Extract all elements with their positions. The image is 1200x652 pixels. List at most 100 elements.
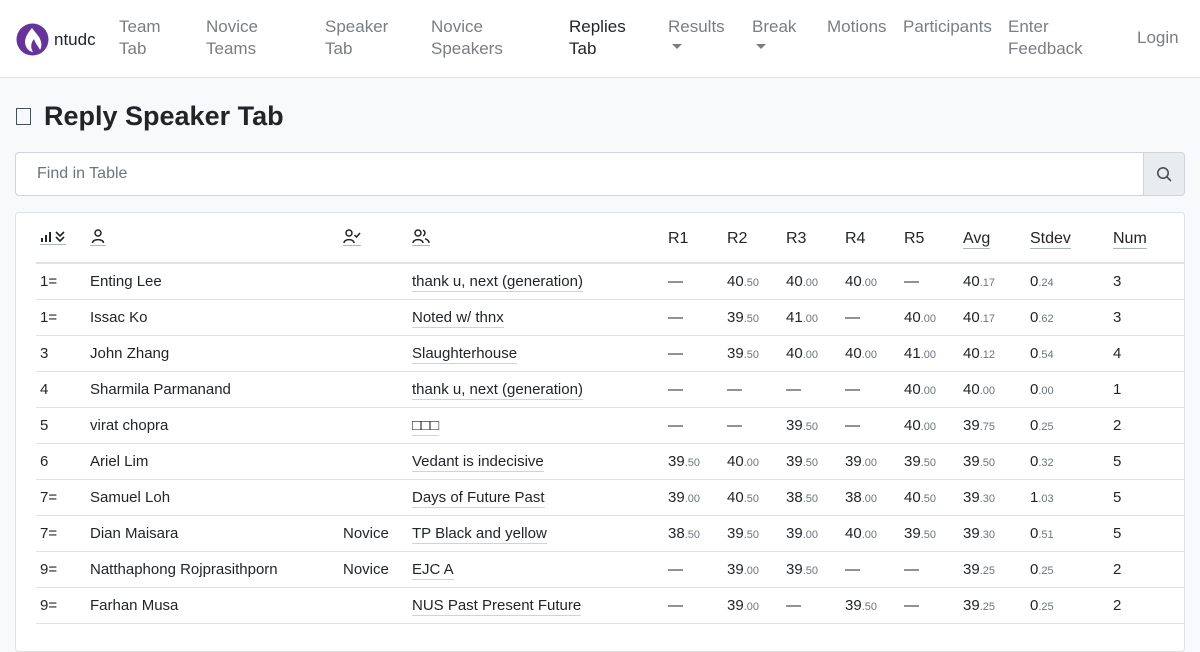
score-decimal: .50 <box>802 456 818 469</box>
r5-score-cell: — <box>900 263 959 300</box>
r4-score-cell: 39.00 <box>841 443 900 480</box>
team-cell: TP Black and yellow <box>408 515 664 552</box>
header-label: R5 <box>904 229 925 247</box>
header-r3[interactable]: R3 <box>782 213 841 264</box>
r5-score-cell: 40.00 <box>900 371 959 408</box>
score-integer: — <box>668 596 683 614</box>
nav-replies-tab[interactable]: Replies Tab <box>569 16 629 60</box>
r1-score-cell: — <box>664 407 723 444</box>
header-rank[interactable] <box>36 213 86 264</box>
team-name-link[interactable]: Vedant is indecisive <box>412 452 544 472</box>
table-row: 4 Sharmila Parmanand thank u, next (genera… <box>36 371 1184 408</box>
header-label: Avg <box>963 229 991 249</box>
r3-score-cell: 39.00 <box>782 515 841 552</box>
r1-score-cell: — <box>664 371 723 408</box>
header-category[interactable] <box>339 213 408 264</box>
brand-link[interactable]: ntudc <box>16 23 96 56</box>
score-integer: 40 <box>963 344 980 362</box>
avg-score-cell: 40.12 <box>959 335 1026 372</box>
score-decimal: .50 <box>743 492 759 505</box>
rank-cell: 6 <box>36 443 86 480</box>
avg-score-cell: 40.17 <box>959 299 1026 336</box>
nav-team-tab[interactable]: Team Tab <box>119 16 174 60</box>
team-name-link[interactable]: thank u, next (generation) <box>412 272 583 292</box>
team-name-link[interactable]: Slaughterhouse <box>412 344 518 364</box>
results-card: R1 R2 R3 R4 R5 Avg Stdev Num 1= Enting Le… <box>15 212 1185 652</box>
r5-score-cell: 40.00 <box>900 407 959 444</box>
search-button[interactable] <box>1143 152 1185 196</box>
table-row: 5 virat chopra □□□ — —39.50—40.00 39.75 0.25 2 <box>36 407 1184 444</box>
score-integer: 39 <box>963 452 980 470</box>
score-decimal: .12 <box>979 348 995 361</box>
nav-login[interactable]: Login <box>1137 27 1179 49</box>
nav-novice-teams[interactable]: Novice Teams <box>206 16 271 60</box>
table-row: 1= Issac Ko Noted w/ thnx —39.50 41.00—40.00… <box>36 299 1184 336</box>
team-name-link[interactable]: thank u, next (generation) <box>412 380 583 400</box>
team-name-link[interactable]: Days of Future Past <box>412 488 545 508</box>
category-cell <box>339 335 408 372</box>
team-name-link[interactable]: EJC A <box>412 560 454 580</box>
search-input[interactable] <box>15 152 1143 196</box>
score-integer: 40 <box>786 272 803 290</box>
category-cell <box>339 587 408 624</box>
nav-label: Enter Feedback <box>1008 17 1083 58</box>
header-r2[interactable]: R2 <box>723 213 782 264</box>
score-decimal: .17 <box>979 312 995 325</box>
score-integer: 40 <box>727 488 744 506</box>
r3-score-cell: 38.50 <box>782 479 841 516</box>
caret-down-icon <box>672 44 682 49</box>
score-integer: 39 <box>963 560 980 578</box>
nav-participants[interactable]: Participants <box>903 16 992 38</box>
score-decimal: .00 <box>743 456 759 469</box>
score-decimal: .50 <box>920 528 936 541</box>
score-decimal: .00 <box>802 528 818 541</box>
score-decimal: .50 <box>802 564 818 577</box>
team-name-link[interactable]: TP Black and yellow <box>412 524 547 544</box>
r5-score-cell: 40.50 <box>900 479 959 516</box>
speaker-name-cell: Issac Ko <box>86 299 339 336</box>
score-integer: — <box>668 272 683 290</box>
nav-results-dropdown[interactable]: Results <box>668 16 725 49</box>
score-decimal: .17 <box>979 276 995 289</box>
header-stdev[interactable]: Stdev <box>1026 213 1109 264</box>
nav-motions[interactable]: Motions <box>827 16 887 38</box>
stdev-score-cell: 0.62 <box>1026 299 1109 336</box>
header-r5[interactable]: R5 <box>900 213 959 264</box>
score-integer: 39 <box>963 416 980 434</box>
chevrons-down-icon <box>55 231 65 243</box>
team-cell: Days of Future Past <box>408 479 664 516</box>
header-num[interactable]: Num <box>1109 213 1184 264</box>
r4-score-cell: 40.00 <box>841 335 900 372</box>
num-cell: 3 <box>1109 263 1184 300</box>
score-decimal: .00 <box>861 492 877 505</box>
team-name-link[interactable]: □□□ <box>412 416 440 436</box>
header-team[interactable] <box>408 213 664 264</box>
score-decimal: .50 <box>743 276 759 289</box>
team-name-link[interactable]: NUS Past Present Future <box>412 596 582 616</box>
nav-break-dropdown[interactable]: Break <box>752 16 796 49</box>
table-row: 7= Samuel Loh Days of Future Past 39.00 40.5… <box>36 479 1184 516</box>
r2-score-cell: 40.50 <box>723 263 782 300</box>
header-name[interactable] <box>86 213 339 264</box>
header-r4[interactable]: R4 <box>841 213 900 264</box>
r3-score-cell: 40.00 <box>782 335 841 372</box>
nav-novice-speakers[interactable]: Novice Speakers <box>431 16 511 60</box>
stdev-score-cell: 0.24 <box>1026 263 1109 300</box>
r2-score-cell: 40.00 <box>723 443 782 480</box>
score-integer: 39 <box>727 344 744 362</box>
header-label: R2 <box>727 229 748 247</box>
nav-enter-feedback[interactable]: Enter Feedback <box>1008 16 1083 60</box>
score-integer: 39 <box>668 488 685 506</box>
stdev-score-cell: 0.25 <box>1026 551 1109 588</box>
nav-label: Novice Teams <box>206 17 258 58</box>
team-name-link[interactable]: Noted w/ thnx <box>412 308 504 328</box>
header-avg[interactable]: Avg <box>959 213 1026 264</box>
nav-speaker-tab[interactable]: Speaker Tab <box>325 16 395 60</box>
score-integer: 40 <box>845 272 862 290</box>
search-icon <box>1157 167 1172 182</box>
rank-sort <box>40 229 66 245</box>
stdev-score-cell: 0.25 <box>1026 407 1109 444</box>
score-integer: — <box>845 380 860 398</box>
header-r1[interactable]: R1 <box>664 213 723 264</box>
score-integer: 40 <box>727 452 744 470</box>
